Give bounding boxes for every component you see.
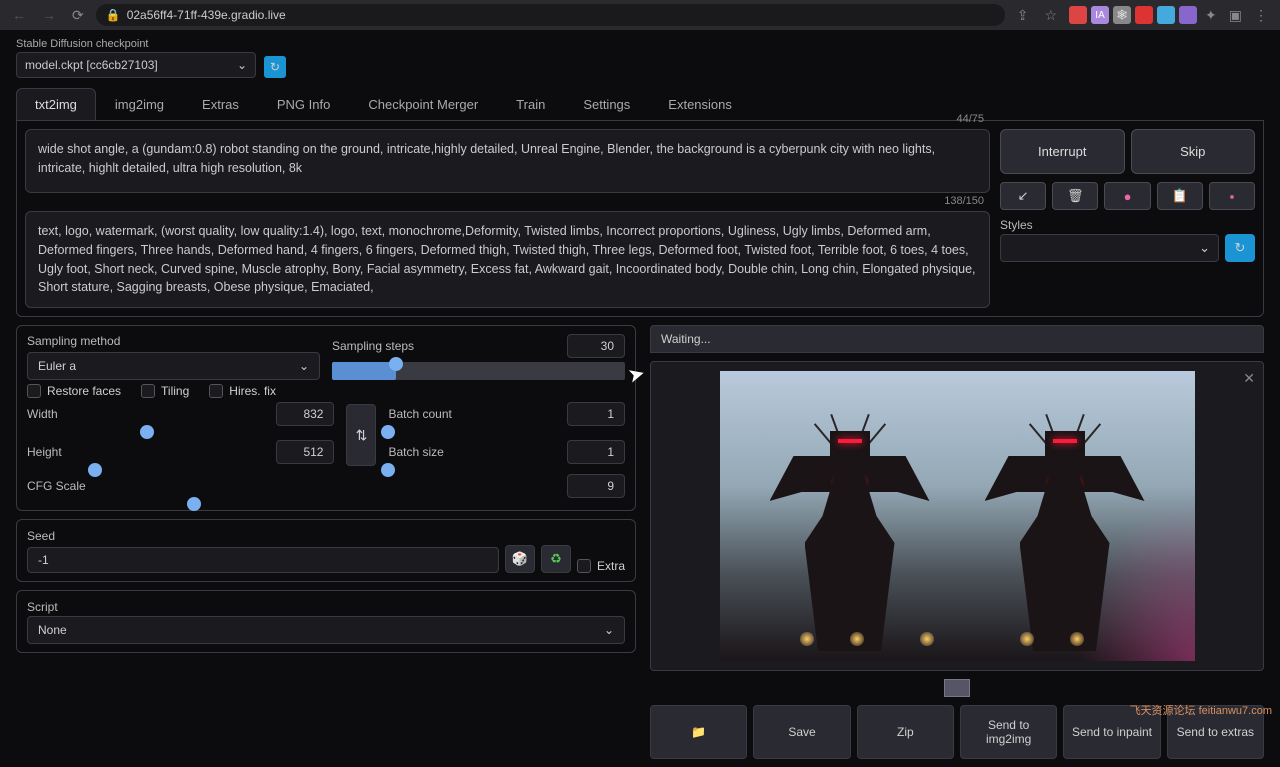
ext-icon-3[interactable]: 🕸 [1113,6,1131,24]
save-button[interactable]: Save [753,705,850,759]
prompt-token-count: 44/75 [956,113,984,125]
negative-token-count: 138/150 [944,195,984,207]
script-select[interactable]: None ⌄ [27,616,625,644]
swap-dimensions-button[interactable]: ⇅ [346,404,376,466]
seed-input[interactable]: -1 [27,547,499,573]
negative-prompt-input[interactable]: text, logo, watermark, (worst quality, l… [25,211,990,308]
sampling-method-select[interactable]: Euler a ⌄ [27,352,320,380]
panel-icon[interactable]: ▣ [1225,7,1246,24]
apply-style-button[interactable]: ↻ [1225,234,1255,262]
reload-button[interactable]: ⟳ [68,7,88,24]
lock-icon: 🔒 [106,8,121,22]
chevron-down-icon: ⌄ [237,58,247,72]
ext-icon-6[interactable] [1179,6,1197,24]
height-label: Height [27,445,62,459]
send-to-img2img-button[interactable]: Send to img2img [960,705,1057,759]
tab-extras[interactable]: Extras [183,88,258,120]
sampling-steps-slider[interactable] [332,362,625,380]
tab-txt2img[interactable]: txt2img [16,88,96,120]
sampling-method-label: Sampling method [27,334,320,348]
tab-settings[interactable]: Settings [564,88,649,120]
interrupt-button[interactable]: Interrupt [1000,129,1125,174]
batch-size-value[interactable]: 1 [567,440,625,464]
script-label: Script [27,600,58,614]
styles-select[interactable]: ⌄ [1000,234,1219,262]
back-button[interactable]: ← [8,7,30,23]
thumbnail[interactable] [944,679,970,697]
styles-label: Styles [1000,218,1219,232]
extra-button[interactable]: ▪ [1209,182,1255,210]
chevron-down-icon: ⌄ [1199,240,1210,256]
tab-extensions[interactable]: Extensions [649,88,751,120]
browser-chrome: ← → ⟳ 🔒 02a56ff4-71ff-439e.gradio.live ⇪… [0,0,1280,30]
star-icon[interactable]: ☆ [1040,7,1061,24]
cfg-value[interactable]: 9 [567,474,625,498]
extension-icons: IA 🕸 ✦ ▣ ⋮ [1069,6,1272,24]
open-folder-button[interactable]: 📁 [650,705,747,759]
sampling-steps-label: Sampling steps [332,339,414,353]
forward-button[interactable]: → [38,7,60,23]
height-value[interactable]: 512 [276,440,334,464]
batch-size-label: Batch size [388,445,443,459]
hires-fix-checkbox[interactable]: Hires. fix [209,384,276,398]
clear-button[interactable]: 🗑 [1052,182,1098,210]
checkpoint-value: model.ckpt [cc6cb27103] [25,58,158,72]
share-icon[interactable]: ⇪ [1013,7,1033,24]
sampling-method-value: Euler a [38,359,76,373]
reuse-seed-button[interactable]: ♻ [541,545,571,573]
checkpoint-select[interactable]: model.ckpt [cc6cb27103] ⌄ [16,52,256,78]
tab-png-info[interactable]: PNG Info [258,88,349,120]
prompt-input[interactable]: wide shot angle, a (gundam:0.8) robot st… [25,129,990,193]
tab-checkpoint-merger[interactable]: Checkpoint Merger [349,88,497,120]
cfg-label: CFG Scale [27,479,86,493]
batch-count-value[interactable]: 1 [567,402,625,426]
chevron-down-icon: ⌄ [299,359,309,373]
style-create-button[interactable]: ● [1104,182,1150,210]
url-bar[interactable]: 🔒 02a56ff4-71ff-439e.gradio.live [96,4,1005,26]
menu-icon[interactable]: ⋮ [1250,7,1272,24]
sampling-steps-value[interactable]: 30 [567,334,625,358]
style-apply-button[interactable]: 📋 [1157,182,1203,210]
watermark: 飞天资源论坛 feitianwu7.com [1130,702,1272,718]
generated-image[interactable] [720,371,1195,661]
zip-button[interactable]: Zip [857,705,954,759]
extra-seed-checkbox[interactable]: Extra [577,559,625,573]
script-value: None [38,623,67,637]
refresh-checkpoint-button[interactable]: ↻ [264,56,286,78]
tiling-checkbox[interactable]: Tiling [141,384,189,398]
url-text: 02a56ff4-71ff-439e.gradio.live [127,8,286,22]
width-label: Width [27,407,58,421]
ext-icon-1[interactable] [1069,6,1087,24]
ext-icon-2[interactable]: IA [1091,6,1109,24]
output-image-area: ✕ [650,361,1264,671]
seed-label: Seed [27,529,55,543]
ext-icon-5[interactable] [1157,6,1175,24]
extensions-icon[interactable]: ✦ [1201,7,1221,24]
paste-button[interactable]: ↙ [1000,182,1046,210]
ext-icon-4[interactable] [1135,6,1153,24]
close-icon[interactable]: ✕ [1243,370,1255,387]
skip-button[interactable]: Skip [1131,129,1256,174]
tab-train[interactable]: Train [497,88,564,120]
restore-faces-checkbox[interactable]: Restore faces [27,384,121,398]
width-value[interactable]: 832 [276,402,334,426]
status-bar: Waiting... [650,325,1264,353]
chevron-down-icon: ⌄ [604,623,614,637]
tab-img2img[interactable]: img2img [96,88,183,120]
random-seed-button[interactable]: 🎲 [505,545,535,573]
checkpoint-label: Stable Diffusion checkpoint [16,38,256,50]
batch-count-label: Batch count [388,407,451,421]
tabs: txt2img img2img Extras PNG Info Checkpoi… [16,88,1264,121]
